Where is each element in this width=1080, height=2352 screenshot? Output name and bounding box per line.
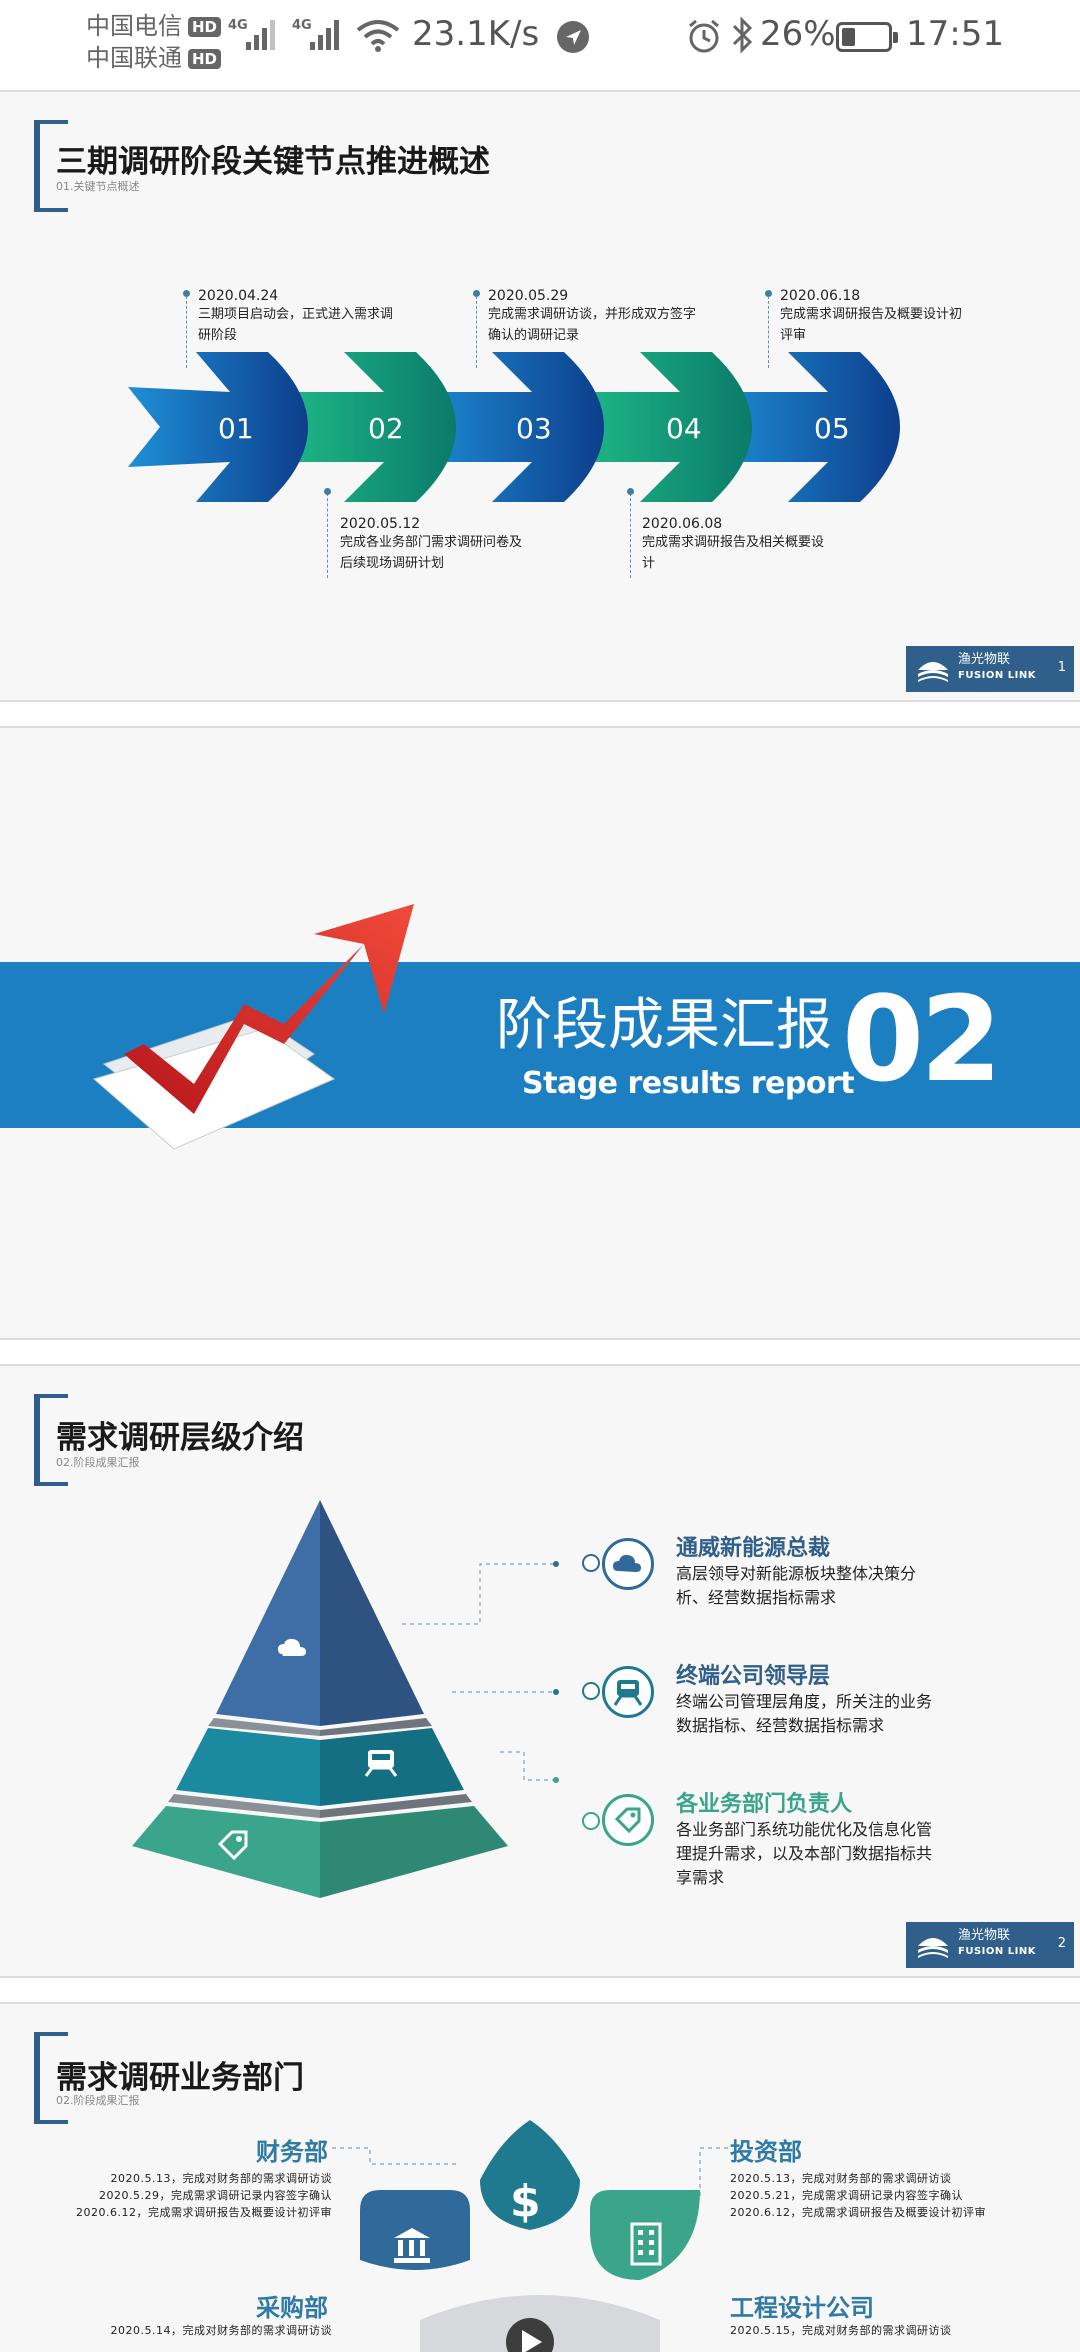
fusion-link-logo-icon — [918, 662, 948, 682]
connector — [332, 2147, 458, 2165]
carrier-2: 中国联通 HD — [86, 38, 222, 73]
slide-2[interactable]: 阶段成果汇报 Stage results report 02 — [0, 726, 1080, 1340]
level-3-ring — [582, 1812, 600, 1830]
section-title-en: Stage results report — [522, 1066, 855, 1101]
arrow-label-4: 04 — [666, 412, 702, 445]
slide-4[interactable]: 需求调研业务部门 02.阶段成果汇报 $ 财务部 2020.5.13，完成对财务… — [0, 2002, 1080, 2352]
milestone-1: 2020.04.24 三期项目启动会，正式进入需求调研阶段 — [198, 288, 394, 343]
arrow-label-1: 01 — [218, 412, 254, 445]
milestone-2: 2020.05.12 完成各业务部门需求调研问卷及后续现场调研计划 — [340, 516, 523, 571]
signal-2-icon — [310, 18, 344, 50]
brand-footer: 渔光物联 FUSION LINK 2 — [906, 1922, 1074, 1968]
level-1-ring — [582, 1554, 600, 1572]
growth-arrow-icon — [92, 904, 414, 1150]
milestone-line — [768, 296, 769, 368]
dept-investment: 投资部 — [730, 2138, 802, 2166]
arrow-label-5: 05 — [814, 412, 850, 445]
slide-subtitle: 02.阶段成果汇报 — [56, 1456, 140, 1469]
slide-3[interactable]: 需求调研层级介绍 02.阶段成果汇报 通威新能源总裁 高层领导对新能源板块整体决… — [0, 1364, 1080, 1978]
milestone-4: 2020.06.08 完成需求调研报告及相关概要设计 — [642, 516, 825, 571]
level-3-desc: 各业务部门系统功能优化及信息化管理提升需求，以及本部门数据指标共享需求 — [676, 1820, 933, 1887]
status-bar: 中国电信 HD 中国联通 HD 4G 4G 23.1K/s 26% 17:51 — [0, 0, 1080, 90]
alarm-icon — [689, 19, 719, 53]
level-1-desc: 高层领导对新能源板块整体决策分析、经营数据指标需求 — [676, 1564, 917, 1607]
connector — [699, 2147, 728, 2198]
level-1-title: 通威新能源总裁 — [676, 1536, 831, 1561]
dept-engineering-details: 2020.5.15，完成对财务部的需求调研访谈 — [730, 2324, 952, 2337]
section-number: 02 — [842, 970, 1002, 1108]
arrow-label-3: 03 — [516, 412, 552, 445]
brand-footer: 渔光物联 FUSION LINK 1 — [906, 646, 1074, 692]
dept-procurement-details: 2020.5.14，完成对财务部的需求调研访谈 — [110, 2324, 332, 2337]
milestone-line — [630, 488, 631, 578]
fusion-link-logo-icon — [918, 1938, 948, 1958]
milestone-dot — [627, 488, 634, 495]
slide-title: 三期调研阶段关键节点推进概述 — [56, 144, 490, 180]
level-2-title: 终端公司领导层 — [676, 1664, 831, 1689]
bank-icon — [394, 2228, 430, 2263]
train-icon — [602, 1666, 654, 1718]
milestone-line — [476, 296, 477, 368]
dept-finance: 财务部 — [256, 2138, 328, 2166]
slide-subtitle: 01.关键节点概述 — [56, 180, 140, 193]
location-icon — [557, 21, 589, 53]
battery-icon — [836, 22, 898, 52]
battery-percent: 26% — [760, 14, 836, 54]
cloud-icon — [602, 1538, 654, 1590]
signal-1-icon — [246, 18, 280, 50]
network-speed: 23.1K/s — [412, 14, 540, 54]
carrier-1: 中国电信 HD — [86, 6, 222, 41]
milestone-line — [186, 296, 187, 368]
pyramid-connectors — [402, 1561, 559, 1783]
wifi-icon — [356, 20, 400, 52]
building-icon — [630, 2222, 662, 2266]
page-number: 2 — [1057, 1936, 1066, 1951]
dept-investment-details: 2020.5.13，完成对财务部的需求调研访谈 2020.5.21，完成需求调研… — [730, 2172, 986, 2219]
section-title-cn: 阶段成果汇报 — [496, 993, 832, 1058]
milestone-3: 2020.05.29 完成需求调研访谈，并形成双方签字确认的调研记录 — [488, 288, 697, 343]
milestone-dot — [324, 488, 331, 495]
dept-engineering: 工程设计公司 — [730, 2294, 874, 2322]
milestone-5: 2020.06.18 完成需求调研报告及概要设计初评审 — [780, 288, 963, 343]
level-2-ring — [582, 1682, 600, 1700]
tag-icon — [602, 1794, 654, 1846]
level-2-desc: 终端公司管理层角度，所关注的业务数据指标、经营数据指标需求 — [676, 1692, 933, 1735]
bluetooth-icon — [732, 16, 753, 54]
slide-title: 需求调研业务部门 — [56, 2060, 304, 2096]
slide-subtitle: 02.阶段成果汇报 — [56, 2094, 140, 2107]
milestone-line — [327, 488, 328, 578]
slide-1[interactable]: 三期调研阶段关键节点推进概述 01.关键节点概述 01 02 03 04 05 … — [0, 90, 1080, 702]
arrow-label-2: 02 — [368, 412, 404, 445]
network-type-1: 4G — [228, 18, 248, 33]
page-number: 1 — [1057, 660, 1066, 675]
dept-finance-details: 2020.5.13，完成对财务部的需求调研访谈 2020.5.29，完成需求调研… — [76, 2172, 332, 2219]
slide-title: 需求调研层级介绍 — [56, 1420, 304, 1456]
network-type-2: 4G — [292, 18, 312, 33]
dept-procurement: 采购部 — [256, 2294, 328, 2322]
dollar-icon: $ — [510, 2176, 541, 2227]
level-3-title: 各业务部门负责人 — [676, 1792, 853, 1817]
clock: 17:51 — [906, 14, 1004, 54]
